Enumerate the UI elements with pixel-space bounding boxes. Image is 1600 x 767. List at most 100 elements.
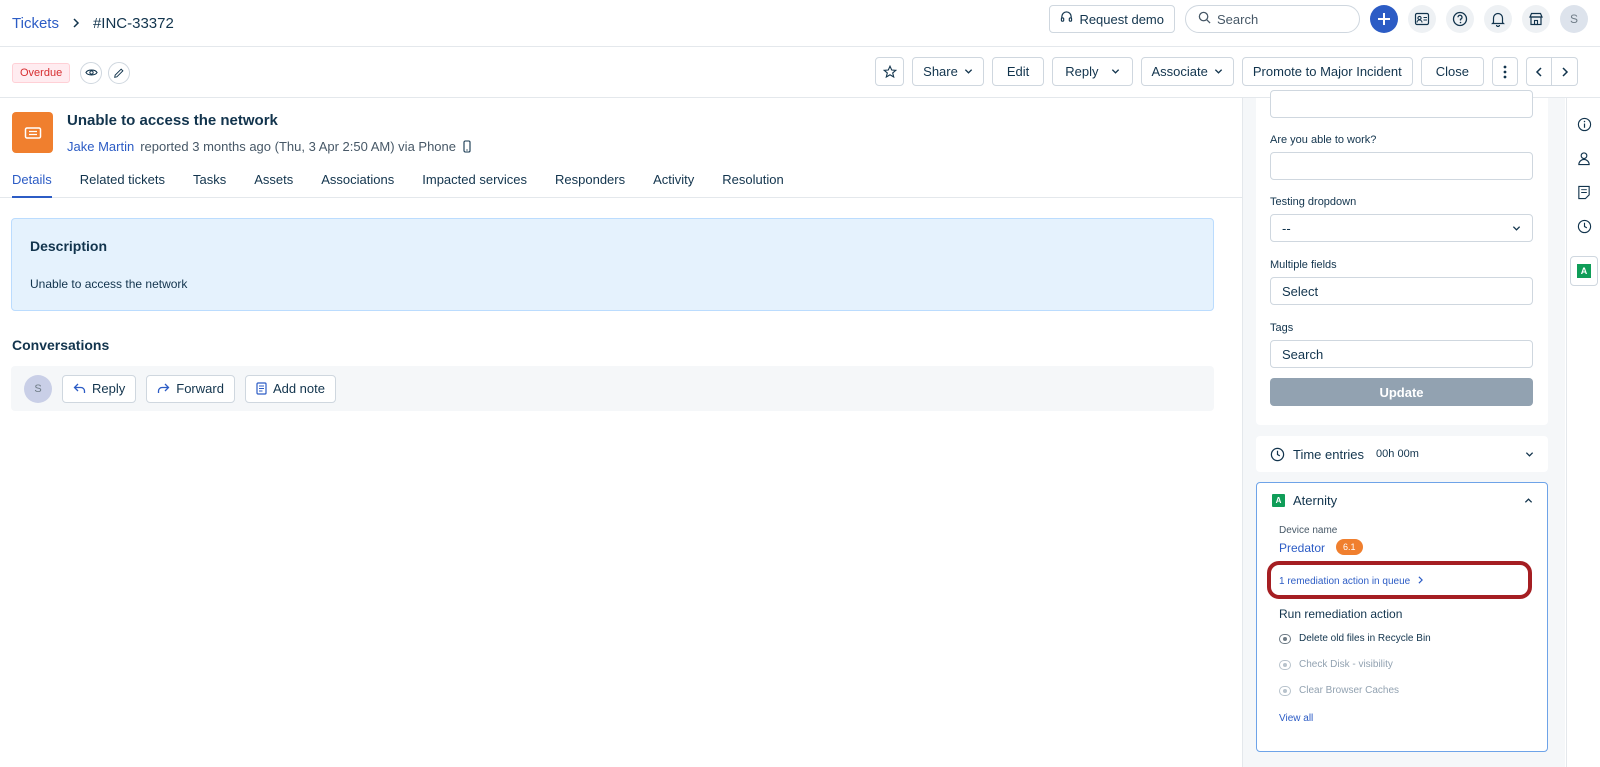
promote-label: Promote to Major Incident — [1252, 64, 1402, 79]
conversations-title: Conversations — [12, 337, 110, 353]
plus-icon — [1378, 13, 1390, 25]
associate-label: Associate — [1151, 64, 1208, 79]
note-icon — [256, 382, 267, 395]
ticket-meta: Jake Martin reported 3 months ago (Thu, … — [67, 139, 472, 154]
ticket-main-content: Unable to access the network Jake Martin… — [0, 98, 1242, 767]
aternity-card: A Aternity Device name Predator 6.1 1 re… — [1256, 482, 1548, 752]
notes-button[interactable] — [1574, 182, 1594, 202]
remediation-action-item: Clear Browser Caches — [1279, 685, 1399, 696]
description-box: Description Unable to access the network — [11, 218, 1214, 311]
remediation-action-item[interactable]: Delete old files in Recycle Bin — [1279, 633, 1431, 644]
watch-button[interactable] — [80, 61, 103, 84]
add-note-button[interactable]: Add note — [244, 374, 336, 403]
clock-icon — [1270, 447, 1285, 461]
tab-associations[interactable]: Associations — [321, 166, 394, 198]
chevron-down-icon — [1512, 225, 1521, 231]
tab-assets[interactable]: Assets — [254, 166, 293, 198]
remediation-queue-label: 1 remediation action in queue — [1279, 576, 1411, 587]
new-item-button[interactable] — [1370, 5, 1398, 33]
tab-activity[interactable]: Activity — [653, 166, 694, 198]
bell-icon — [1491, 12, 1505, 27]
remediation-action-label: Check Disk - visibility — [1299, 659, 1393, 670]
chevron-down-icon — [1525, 451, 1534, 457]
edit-button[interactable]: Edit — [991, 57, 1045, 86]
tab-impacted-services[interactable]: Impacted services — [422, 166, 527, 198]
remediation-queue-link[interactable]: 1 remediation action in queue — [1279, 576, 1424, 587]
aternity-logo-letter: A — [1577, 264, 1591, 278]
contact-card-button[interactable] — [1408, 5, 1436, 33]
help-button[interactable] — [1446, 5, 1474, 33]
promote-major-incident-button[interactable]: Promote to Major Incident — [1241, 57, 1413, 86]
favorite-button[interactable] — [875, 57, 905, 86]
testing-dropdown-select[interactable]: -- — [1270, 214, 1533, 242]
remediation-action-item: Check Disk - visibility — [1279, 659, 1393, 670]
kebab-menu-icon — [1503, 65, 1507, 78]
ticket-subject: Unable to access the network — [67, 112, 278, 129]
ticket-icon — [24, 126, 41, 139]
tab-related-tickets[interactable]: Related tickets — [80, 166, 165, 198]
request-demo-button[interactable]: Request demo — [1049, 5, 1175, 33]
description-title: Description — [30, 238, 108, 254]
tab-responders[interactable]: Responders — [555, 166, 625, 198]
person-icon — [1578, 151, 1590, 165]
breadcrumb-tickets-link[interactable]: Tickets — [12, 15, 59, 32]
headset-icon — [1060, 11, 1073, 27]
reported-text: reported 3 months ago (Thu, 3 Apr 2:50 A… — [140, 139, 456, 154]
tags-search-input[interactable]: Search — [1270, 340, 1533, 368]
overdue-status-badge: Overdue — [12, 62, 71, 83]
search-placeholder: Search — [1217, 11, 1259, 27]
tags-label: Tags — [1270, 322, 1294, 334]
device-name-link[interactable]: Predator — [1279, 541, 1325, 555]
previous-field-input[interactable] — [1270, 90, 1533, 118]
testing-dropdown-value: -- — [1282, 220, 1291, 236]
contact-card-icon — [1414, 12, 1430, 26]
previous-ticket-button[interactable] — [1526, 57, 1552, 86]
aternity-title: Aternity — [1293, 493, 1338, 508]
help-icon — [1452, 11, 1468, 27]
user-avatar[interactable]: S — [1560, 5, 1588, 33]
timeline-button[interactable] — [1574, 216, 1594, 236]
conversation-forward-button[interactable]: Forward — [146, 374, 235, 403]
edit-label: Edit — [1006, 64, 1030, 79]
app-store-button[interactable] — [1522, 5, 1550, 33]
forward-arrow-icon — [158, 383, 170, 393]
reporter-link[interactable]: Jake Martin — [67, 139, 134, 154]
share-button[interactable]: Share — [912, 57, 984, 86]
reply-dropdown-button[interactable]: Reply — [1052, 57, 1133, 86]
chevron-up-icon[interactable] — [1524, 496, 1533, 505]
clock-icon — [1577, 219, 1591, 233]
conversation-reply-button[interactable]: Reply — [62, 374, 137, 403]
side-icon-rail: A — [1566, 98, 1600, 767]
update-button[interactable]: Update — [1270, 378, 1533, 406]
star-icon — [882, 64, 897, 78]
associate-button[interactable]: Associate — [1140, 57, 1234, 86]
requester-button[interactable] — [1574, 148, 1594, 168]
edit-pencil-button[interactable] — [108, 61, 131, 84]
eye-icon — [85, 69, 98, 76]
tab-tasks[interactable]: Tasks — [193, 166, 226, 198]
time-entries-card[interactable]: Time entries 00h 00m — [1256, 436, 1548, 472]
info-button[interactable] — [1574, 114, 1594, 134]
close-ticket-button[interactable]: Close — [1420, 57, 1484, 86]
global-search-input[interactable]: Search — [1185, 5, 1360, 33]
aternity-rail-icon: A — [1574, 261, 1594, 281]
device-score-badge: 6.1 — [1336, 539, 1363, 555]
sticky-note-icon — [1578, 185, 1590, 199]
next-ticket-button[interactable] — [1552, 57, 1578, 86]
chevron-down-icon — [964, 69, 972, 74]
tab-details[interactable]: Details — [12, 166, 52, 198]
device-name-label: Device name — [1279, 525, 1338, 536]
able-to-work-input[interactable] — [1270, 152, 1533, 180]
tab-resolution[interactable]: Resolution — [722, 166, 783, 198]
time-entries-value: 00h 00m — [1376, 448, 1419, 460]
more-options-button[interactable] — [1492, 57, 1518, 86]
run-remediation-title: Run remediation action — [1279, 607, 1403, 621]
notifications-button[interactable] — [1484, 5, 1512, 33]
conversation-actions-bar: S Reply Forward Add note — [11, 366, 1214, 411]
view-all-link[interactable]: View all — [1279, 713, 1313, 724]
multiple-fields-select[interactable]: Select — [1270, 277, 1533, 305]
chevron-down-icon — [1214, 69, 1223, 74]
ticket-properties-panel: Are you able to work? Testing dropdown -… — [1242, 90, 1565, 767]
properties-card: Are you able to work? Testing dropdown -… — [1256, 90, 1548, 425]
pencil-icon — [114, 67, 124, 78]
